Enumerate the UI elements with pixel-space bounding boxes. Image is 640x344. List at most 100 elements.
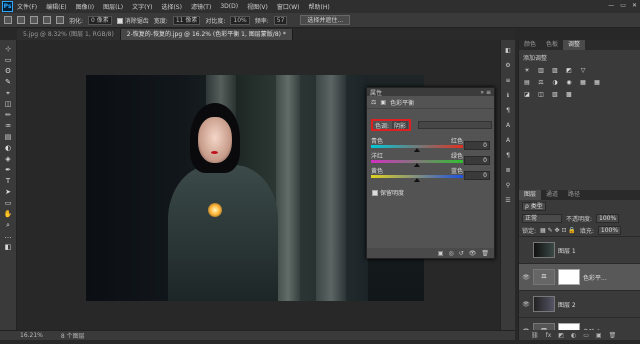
contrast-field[interactable]: 10% <box>230 15 250 25</box>
new-group-icon[interactable]: ▭ <box>583 332 589 339</box>
threshold-icon[interactable]: ▧ <box>551 91 559 99</box>
fill-field[interactable]: 100% <box>597 225 622 235</box>
preserve-luminosity-checkbox[interactable]: 保留明度 <box>372 188 404 197</box>
menu-edit[interactable]: 编辑(E) <box>46 2 66 11</box>
shape-tool-icon[interactable]: ▭ <box>3 199 14 208</box>
type-tool-icon[interactable]: T <box>3 177 14 186</box>
character-icon[interactable]: A <box>504 121 513 130</box>
slider-value-field[interactable]: 0 <box>464 156 490 165</box>
menu-help[interactable]: 帮助(H) <box>309 2 330 11</box>
new-adjustment-icon[interactable]: ◐ <box>571 332 576 339</box>
close-icon[interactable]: ✕ <box>632 2 637 9</box>
new-layer-icon[interactable]: ▣ <box>596 332 602 339</box>
width-field[interactable]: 11 像素 <box>172 15 201 25</box>
intersect-selection-icon[interactable] <box>56 16 64 24</box>
slider-value-field[interactable]: 0 <box>464 171 490 180</box>
menu-select[interactable]: 选择(S) <box>161 2 182 11</box>
levels-icon[interactable]: ▥ <box>537 67 545 75</box>
settings-icon[interactable]: ⚙ <box>504 61 513 70</box>
menu-view[interactable]: 视图(V) <box>247 2 268 11</box>
photo-filter-icon[interactable]: ◉ <box>565 79 573 87</box>
eye-icon[interactable]: 👁 <box>522 274 530 281</box>
layer-row[interactable]: 图层 1 <box>519 236 640 263</box>
feather-field[interactable]: 0 像素 <box>88 15 112 25</box>
eyedropper-tool-icon[interactable]: ◫ <box>3 100 14 109</box>
paragraph-icon[interactable]: ¶ <box>504 106 513 115</box>
hue-saturation-icon[interactable]: ▤ <box>523 79 531 87</box>
slider-value-field[interactable]: 0 <box>464 141 490 150</box>
eraser-tool-icon[interactable]: ◐ <box>3 144 14 153</box>
layer-kind-select[interactable]: ρ 类型 <box>522 201 546 211</box>
reset-icon[interactable]: ↺ <box>459 250 464 257</box>
tab-channels[interactable]: 通道 <box>541 190 563 200</box>
color-lookup-icon[interactable]: ▦ <box>593 79 601 87</box>
blend-mode-select[interactable]: 正常 <box>522 213 562 223</box>
info-icon[interactable]: ℹ <box>504 91 513 100</box>
crop-tool-icon[interactable]: ⌖ <box>3 89 14 98</box>
path-select-icon[interactable]: ➤ <box>3 188 14 197</box>
exposure-icon[interactable]: ◩ <box>565 67 573 75</box>
marquee-tool-icon[interactable]: ▭ <box>3 56 14 65</box>
history-brush-icon[interactable]: ▤ <box>3 133 14 142</box>
list-icon[interactable]: ≡ <box>504 76 513 85</box>
layer-comps-icon[interactable]: ☰ <box>504 196 513 205</box>
more-tools-icon[interactable]: … <box>3 232 14 241</box>
move-tool-icon[interactable]: ⊹ <box>3 45 14 54</box>
delete-icon[interactable]: 🗑 <box>481 250 489 257</box>
posterize-icon[interactable]: ◫ <box>537 91 545 99</box>
hand-tool-icon[interactable]: ✋ <box>3 210 14 219</box>
menu-3d[interactable]: 3D(D) <box>220 3 238 10</box>
document-image[interactable] <box>86 75 368 301</box>
brush-tool-icon[interactable]: ✏ <box>3 111 14 120</box>
gradient-tool-icon[interactable]: ◈ <box>3 155 14 164</box>
antialias-checkbox[interactable]: 消除锯齿 <box>116 16 149 25</box>
layer-row[interactable]: 👁 ⚖ 色彩平... <box>519 263 640 290</box>
tab-paths[interactable]: 路径 <box>563 190 585 200</box>
lasso-tool-icon[interactable]: ʘ <box>3 67 14 76</box>
layer-mask-thumbnail[interactable] <box>558 269 580 285</box>
tab-layers[interactable]: 图层 <box>519 190 542 200</box>
tab-swatches[interactable]: 色板 <box>541 40 563 50</box>
panel-menu-icon[interactable]: » ≡ <box>480 89 491 96</box>
slider-thumb[interactable] <box>414 178 420 182</box>
tone-dropdown[interactable] <box>418 121 492 129</box>
select-and-mask-button[interactable]: 选择并遮住... <box>300 15 351 25</box>
menu-filter[interactable]: 滤镜(T) <box>191 2 211 11</box>
pen-tool-icon[interactable]: ✒ <box>3 166 14 175</box>
zoom-tool-icon[interactable]: ⌕ <box>3 221 14 230</box>
new-selection-icon[interactable] <box>17 16 25 24</box>
paragraph-style-icon[interactable]: ¶ <box>504 151 513 160</box>
frequency-field[interactable]: 57 <box>273 15 288 25</box>
curves-icon[interactable]: ▨ <box>551 67 559 75</box>
quick-select-tool-icon[interactable]: ✎ <box>3 78 14 87</box>
tab-document-1[interactable]: 5.jpg @ 8.32% (图层 1, RGB/8) <box>17 29 121 40</box>
invert-icon[interactable]: ◪ <box>523 91 531 99</box>
stamp-tool-icon[interactable]: ♒ <box>3 122 14 131</box>
history-icon[interactable]: ◧ <box>504 46 513 55</box>
tab-adjustments[interactable]: 调整 <box>563 40 586 50</box>
add-mask-icon[interactable]: ◩ <box>558 332 564 339</box>
add-selection-icon[interactable] <box>30 16 38 24</box>
color-swatches-icon[interactable]: ◧ <box>3 243 14 252</box>
color-balance-icon[interactable]: ⚖ <box>537 79 545 87</box>
view-previous-icon[interactable]: ◎ <box>448 250 453 257</box>
menu-type[interactable]: 文字(Y) <box>132 2 152 11</box>
gradient-map-icon[interactable]: ▩ <box>565 91 573 99</box>
layer-row[interactable]: 👁 图层 2 <box>519 290 640 317</box>
menu-layer[interactable]: 图层(L) <box>103 2 123 11</box>
menu-file[interactable]: 文件(F) <box>17 2 37 11</box>
vibrance-icon[interactable]: ▽ <box>579 67 587 75</box>
magnetic-lasso-icon[interactable] <box>4 16 12 24</box>
mask-icon[interactable]: ▣ <box>380 99 386 106</box>
tool-preset-icon[interactable]: ⚲ <box>504 181 513 190</box>
tab-color[interactable]: 颜色 <box>519 40 541 50</box>
subtract-selection-icon[interactable] <box>43 16 51 24</box>
menu-image[interactable]: 图像(I) <box>76 2 94 11</box>
menu-window[interactable]: 窗口(W) <box>277 2 300 11</box>
lock-icons[interactable]: ▦ ✎ ✥ ⊡ 🔒 <box>540 227 576 234</box>
tab-document-2[interactable]: 2-恢复的-恢复的.jpg @ 16.2% (色彩平衡 1, 图层蒙版/8) * <box>120 29 293 40</box>
minimize-icon[interactable]: — <box>608 2 614 9</box>
layer-style-icon[interactable]: fx <box>546 332 552 339</box>
align-icon[interactable]: ≣ <box>504 166 513 175</box>
character-style-icon[interactable]: A <box>504 136 513 145</box>
